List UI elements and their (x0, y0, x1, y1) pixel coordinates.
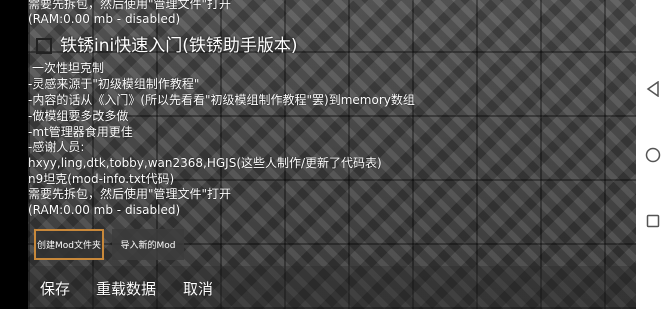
android-navigation-bar (636, 0, 669, 309)
reload-data-button[interactable]: 重载数据 (96, 280, 156, 298)
desc-line-5: -mt管理器食用更佳 (28, 125, 133, 139)
desc-line-9: 需要先拆包，然后使用"管理文件"打开 (28, 187, 232, 201)
desc-line-8: n9坦克(mod-info.txt代码) (28, 172, 175, 186)
desc-line-6: -感谢人员: (28, 140, 85, 154)
desc-line-1: 一次性坦克制 (32, 61, 105, 75)
square-recent-icon[interactable] (644, 212, 662, 230)
top-line-1: 需要先拆包，然后使用"管理文件"打开 (28, 0, 232, 11)
left-black-area (0, 0, 28, 309)
triangle-back-icon[interactable] (644, 80, 662, 98)
desc-line-2: -灵感来源于"初级模组制作教程" (28, 77, 200, 91)
import-mod-button[interactable]: 导入新的Mod (112, 229, 184, 260)
desc-line-7: hxyy,ling,dtk,tobby,wan2368,HGJS(这些人制作/更… (28, 156, 382, 170)
save-button[interactable]: 保存 (40, 280, 70, 298)
desc-line-3: -内容的话从《入门》(所以先看看"初级模组制作教程"罢)到memory数组 (28, 93, 415, 107)
top-line-2: (RAM:0.00 mb - disabled) (28, 12, 181, 26)
mod-list-screen: 需要先拆包，然后使用"管理文件"打开 (RAM:0.00 mb - disabl… (28, 0, 636, 309)
mod-enable-checkbox[interactable] (36, 38, 52, 54)
create-mod-folder-button[interactable]: 创建Mod文件夹 (34, 229, 104, 260)
cancel-button[interactable]: 取消 (183, 280, 213, 298)
circle-home-icon[interactable] (644, 146, 662, 164)
mod-title: 铁锈ini快速入门(铁锈助手版本) (60, 36, 298, 56)
desc-line-4: -做模组要多改多做 (28, 109, 129, 123)
mod-item-header[interactable]: 铁锈ini快速入门(铁锈助手版本) (36, 36, 298, 56)
desc-line-10: (RAM:0.00 mb - disabled) (28, 203, 181, 217)
